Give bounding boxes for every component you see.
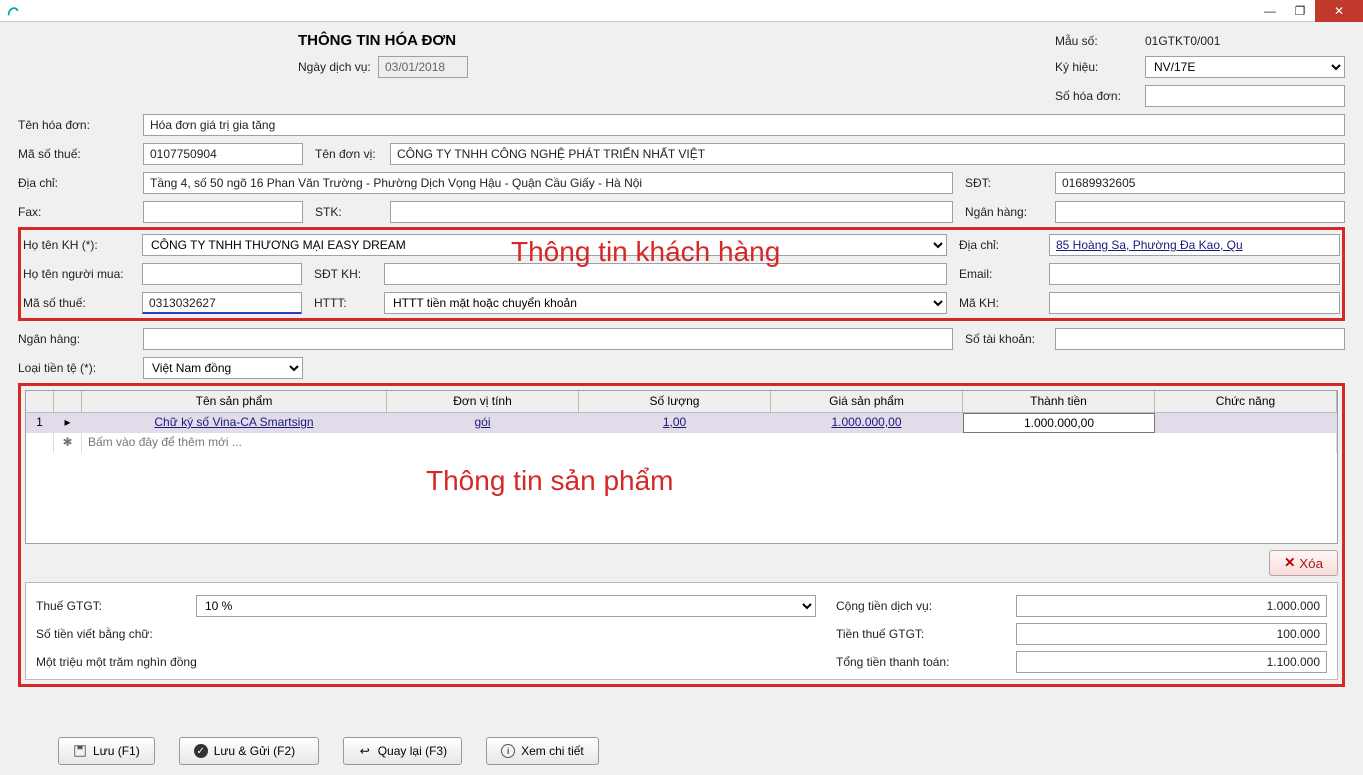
label-invoice-no: Số hóa đơn: bbox=[1055, 89, 1145, 103]
label-bank2: Ngân hàng: bbox=[18, 332, 143, 346]
cell-price[interactable]: 1.000.000,00 bbox=[771, 413, 963, 433]
label-vat-amount: Tiền thuế GTGT: bbox=[836, 627, 1016, 641]
bank2-input[interactable] bbox=[143, 328, 953, 350]
vat-select[interactable]: 10 % bbox=[196, 595, 816, 617]
label-cust-phone: SĐT KH: bbox=[314, 267, 384, 281]
label-cust-addr: Địa chỉ: bbox=[959, 238, 1049, 252]
annotation-product: Thông tin sản phẩm bbox=[426, 465, 674, 497]
app-icon bbox=[6, 4, 20, 18]
action-bar: Lưu (F1) ✓ Lưu & Gửi (F2) ↩ Quay lại (F3… bbox=[58, 737, 1345, 765]
company-input[interactable] bbox=[390, 143, 1345, 165]
new-row-icon: ✱ bbox=[54, 433, 82, 453]
label-company: Tên đơn vị: bbox=[315, 147, 390, 161]
cust-name-select[interactable]: CÔNG TY TNHH THƯƠNG MẠI EASY DREAM bbox=[142, 234, 947, 256]
service-date-input bbox=[378, 56, 468, 78]
label-total: Tổng tiền thanh toán: bbox=[836, 655, 1016, 669]
symbol-select[interactable]: NV/17E bbox=[1145, 56, 1345, 78]
fax-input[interactable] bbox=[143, 201, 303, 223]
info-icon: i bbox=[501, 744, 515, 758]
cell-unit[interactable]: gói bbox=[387, 413, 579, 433]
col-qty: Số lượng bbox=[579, 391, 771, 412]
new-row[interactable]: ✱ Bấm vào đây để thêm mới ... bbox=[26, 433, 1337, 453]
close-button[interactable]: ✕ bbox=[1315, 0, 1363, 22]
acc2-input[interactable] bbox=[1055, 328, 1345, 350]
label-symbol: Ký hiệu: bbox=[1055, 60, 1145, 74]
x-icon: ✕ bbox=[1284, 555, 1295, 571]
tax-code-input[interactable] bbox=[143, 143, 303, 165]
email-input[interactable] bbox=[1049, 263, 1340, 285]
cust-tax-input[interactable] bbox=[142, 292, 302, 314]
template-value: 01GTKT0/001 bbox=[1145, 34, 1345, 48]
maximize-button[interactable]: ❐ bbox=[1285, 0, 1315, 22]
label-service-date: Ngày dịch vụ: bbox=[298, 60, 378, 74]
invoice-no-input[interactable] bbox=[1145, 85, 1345, 107]
label-email: Email: bbox=[959, 267, 1049, 281]
bank-input[interactable] bbox=[1055, 201, 1345, 223]
product-grid: Tên sản phẩm Đơn vị tính Số lượng Giá sả… bbox=[25, 390, 1338, 544]
col-unit: Đơn vị tính bbox=[387, 391, 579, 412]
check-circle-icon: ✓ bbox=[194, 744, 208, 758]
page-title: THÔNG TIN HÓA ĐƠN bbox=[298, 32, 456, 49]
label-tax-code: Mã số thuế: bbox=[18, 147, 143, 161]
cust-addr-input[interactable] bbox=[1049, 234, 1340, 256]
paytype-select[interactable]: HTTT tiền mặt hoặc chuyển khoản bbox=[384, 292, 947, 314]
customer-section: Thông tin khách hàng Họ tên KH (*): CÔNG… bbox=[18, 227, 1345, 321]
buyer-input[interactable] bbox=[142, 263, 302, 285]
col-amount: Thành tiền bbox=[963, 391, 1155, 412]
invoice-name-input[interactable] bbox=[143, 114, 1345, 136]
label-vat: Thuế GTGT: bbox=[36, 599, 196, 613]
col-price: Giá sản phẩm bbox=[771, 391, 963, 412]
totals-panel: Thuế GTGT: 10 % Cộng tiền dịch vụ: Số ti… bbox=[25, 582, 1338, 680]
label-cust-code: Mã KH: bbox=[959, 296, 1049, 310]
label-cust-tax: Mã số thuế: bbox=[23, 296, 142, 310]
label-invoice-name: Tên hóa đơn: bbox=[18, 118, 143, 132]
label-template: Mẫu số: bbox=[1055, 34, 1145, 48]
delete-button[interactable]: ✕ Xóa bbox=[1269, 550, 1338, 576]
label-phone: SĐT: bbox=[965, 176, 1055, 190]
vat-amount-input[interactable] bbox=[1016, 623, 1327, 645]
cell-qty[interactable]: 1,00 bbox=[579, 413, 771, 433]
phone-input[interactable] bbox=[1055, 172, 1345, 194]
label-subtotal: Cộng tiền dịch vụ: bbox=[836, 599, 1016, 613]
col-name: Tên sản phẩm bbox=[82, 391, 387, 412]
label-acc2: Số tài khoản: bbox=[965, 332, 1055, 346]
currency-select[interactable]: Việt Nam đồng bbox=[143, 357, 303, 379]
back-arrow-icon: ↩ bbox=[358, 744, 372, 758]
label-inwords: Số tiền viết bằng chữ: bbox=[36, 627, 816, 641]
label-paytype: HTTT: bbox=[314, 296, 384, 310]
save-icon bbox=[73, 744, 87, 758]
label-bankacc: STK: bbox=[315, 205, 390, 219]
minimize-button[interactable]: — bbox=[1255, 0, 1285, 22]
table-row[interactable]: 1 ▸ Chữ ký số Vina-CA Smartsign gói 1,00… bbox=[26, 413, 1337, 433]
inwords-value: Một triệu một trăm nghìn đồng bbox=[36, 655, 816, 669]
titlebar: — ❐ ✕ bbox=[0, 0, 1363, 22]
cell-amount[interactable]: 1.000.000,00 bbox=[963, 413, 1155, 433]
address-input[interactable] bbox=[143, 172, 953, 194]
save-button[interactable]: Lưu (F1) bbox=[58, 737, 155, 765]
label-fax: Fax: bbox=[18, 205, 143, 219]
new-row-text: Bấm vào đây để thêm mới ... bbox=[82, 433, 1337, 453]
save-send-button[interactable]: ✓ Lưu & Gửi (F2) bbox=[179, 737, 319, 765]
cell-name[interactable]: Chữ ký số Vina-CA Smartsign bbox=[82, 413, 387, 433]
row-indicator-icon: ▸ bbox=[54, 413, 82, 433]
label-cust-name: Họ tên KH (*): bbox=[23, 238, 142, 252]
bankacc-input[interactable] bbox=[390, 201, 953, 223]
label-currency: Loại tiền tệ (*): bbox=[18, 361, 143, 375]
label-address: Địa chỉ: bbox=[18, 176, 143, 190]
detail-button[interactable]: i Xem chi tiết bbox=[486, 737, 599, 765]
content: THÔNG TIN HÓA ĐƠN Mẫu số: 01GTKT0/001 Ng… bbox=[0, 22, 1363, 775]
product-section: Tên sản phẩm Đơn vị tính Số lượng Giá sả… bbox=[18, 383, 1345, 687]
cust-code-input[interactable] bbox=[1049, 292, 1340, 314]
total-input[interactable] bbox=[1016, 651, 1327, 673]
label-buyer: Họ tên người mua: bbox=[23, 267, 142, 281]
back-button[interactable]: ↩ Quay lại (F3) bbox=[343, 737, 462, 765]
row-num: 1 bbox=[26, 413, 54, 433]
col-func: Chức năng bbox=[1155, 391, 1337, 412]
cust-phone-input[interactable] bbox=[384, 263, 947, 285]
label-bank: Ngân hàng: bbox=[965, 205, 1055, 219]
subtotal-input[interactable] bbox=[1016, 595, 1327, 617]
